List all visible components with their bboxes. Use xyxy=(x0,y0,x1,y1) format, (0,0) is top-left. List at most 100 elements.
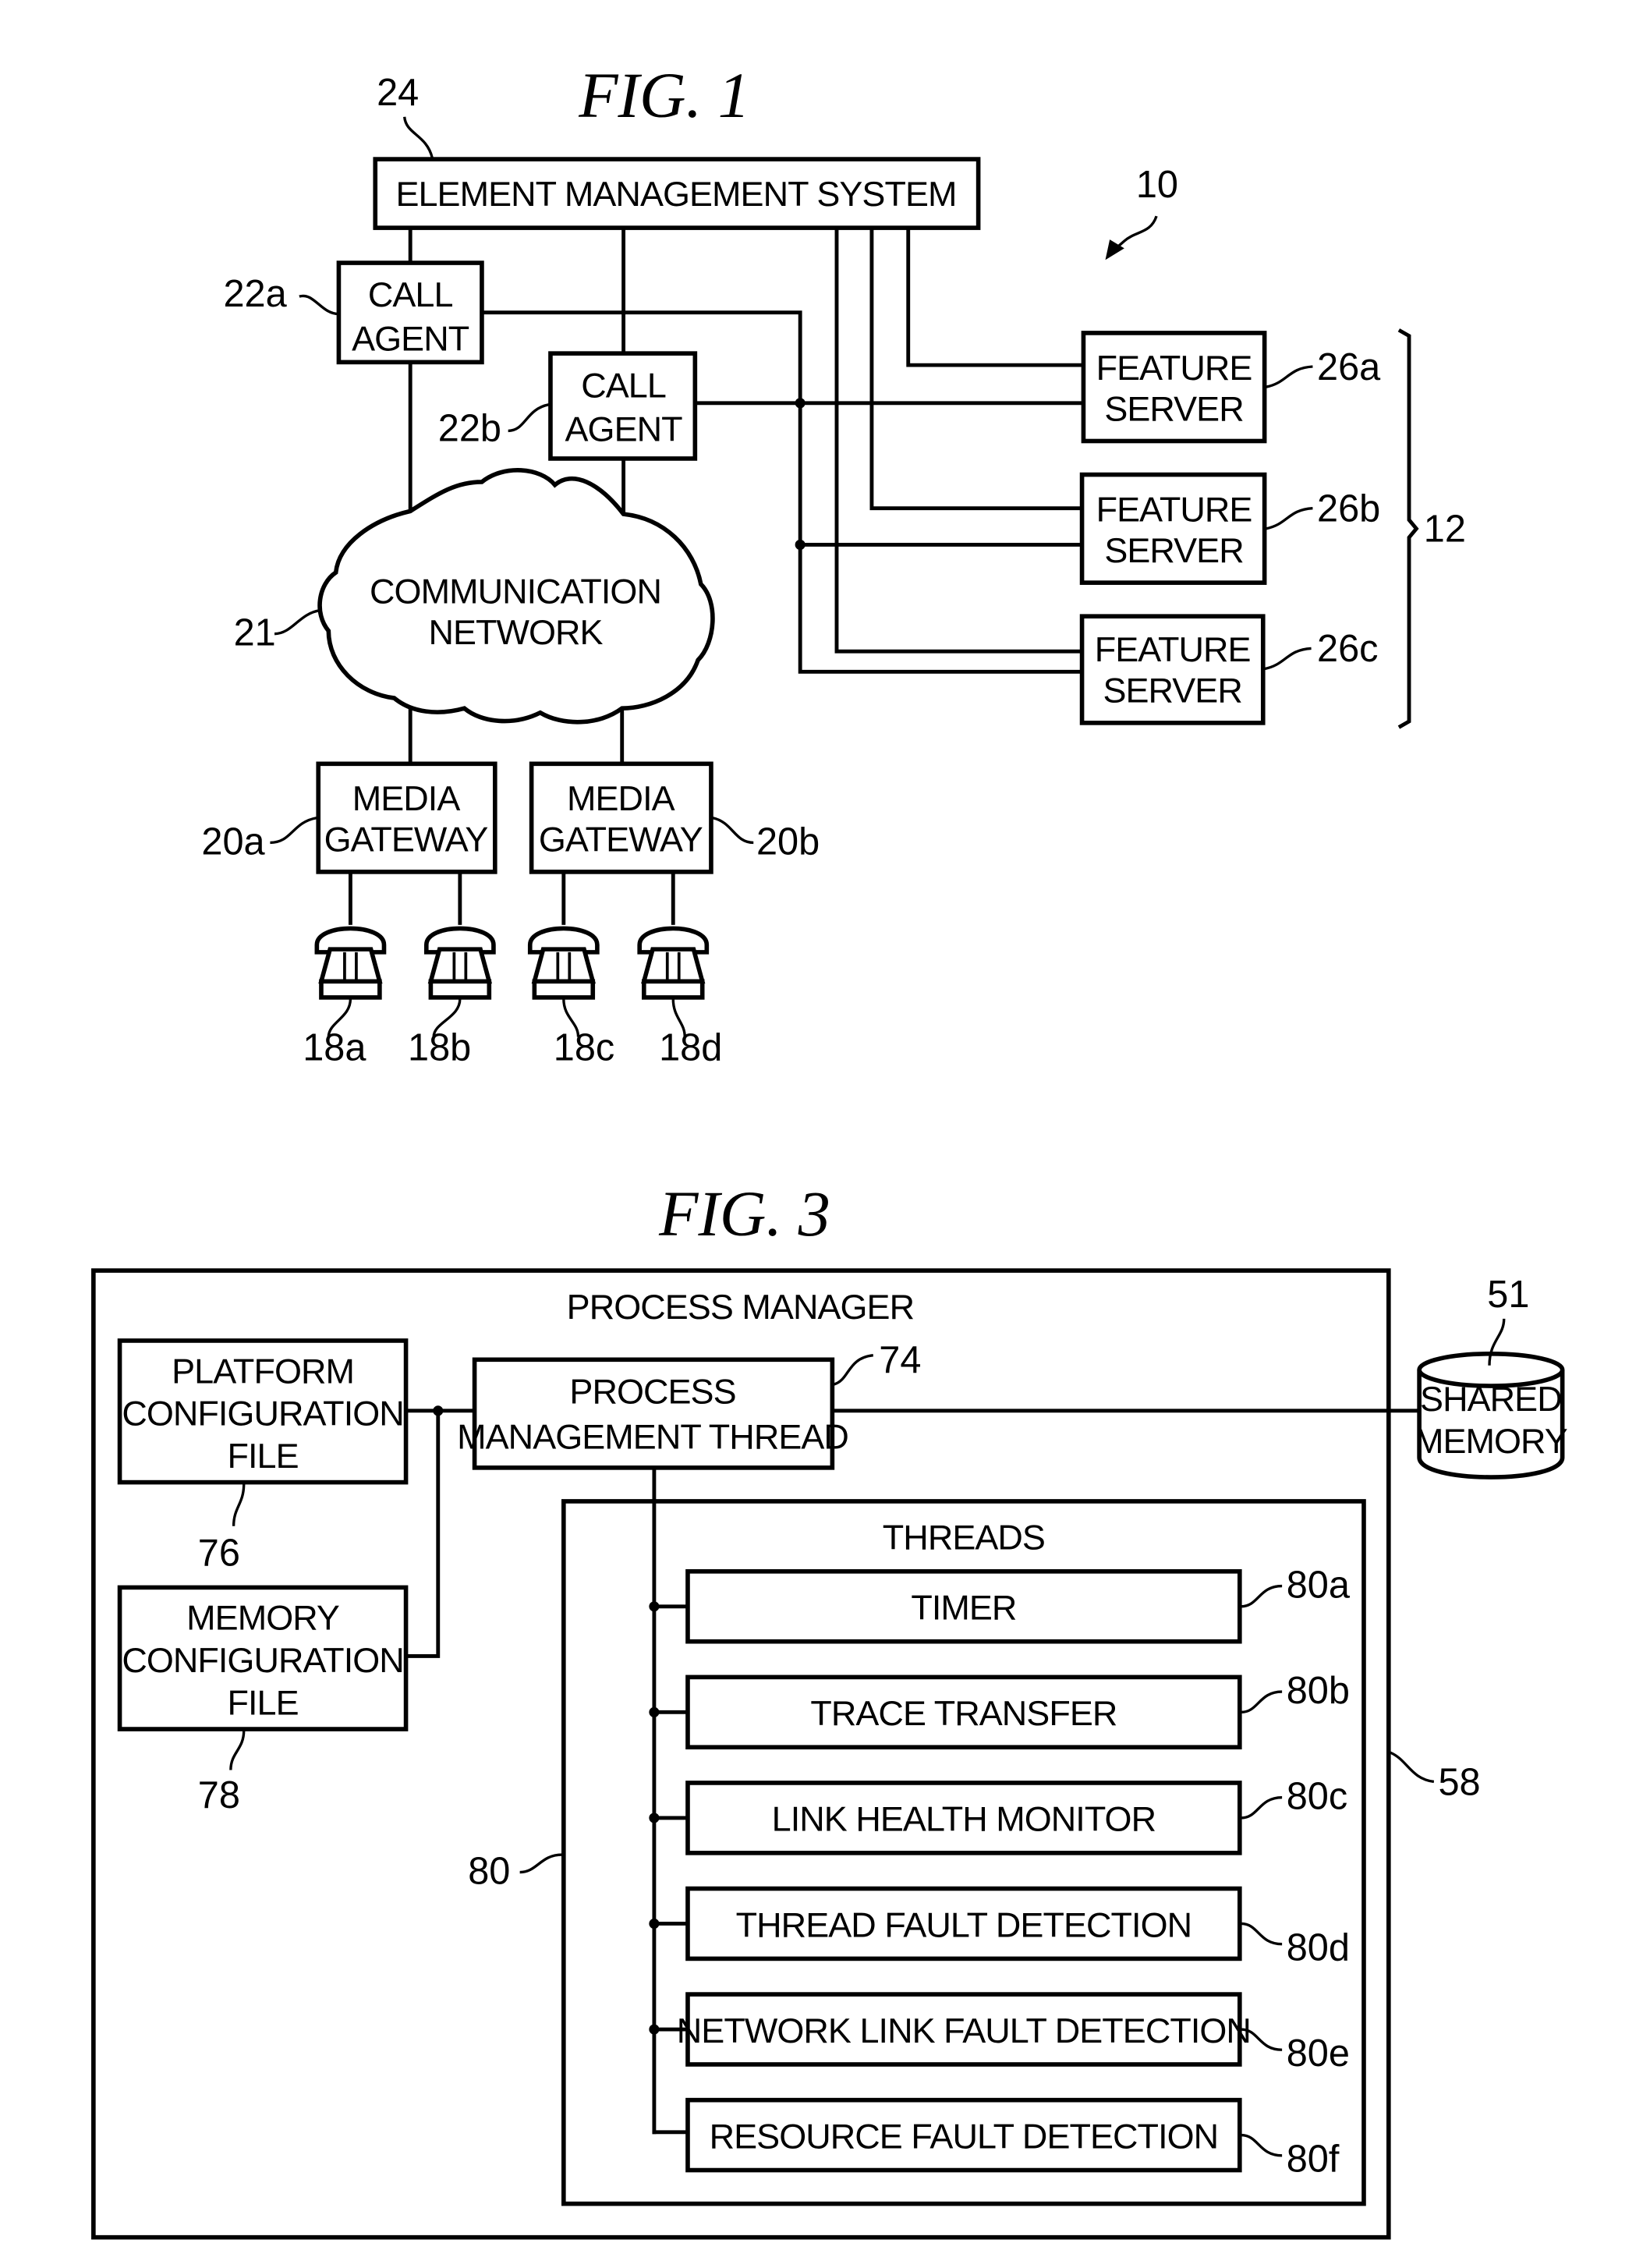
thread-thread-fault-detection[interactable]: THREAD FAULT DETECTION xyxy=(649,1886,1242,1961)
telephone-ref-label: 18d xyxy=(659,1026,722,1068)
thread-trace-transfer[interactable]: TRACE TRANSFER xyxy=(649,1674,1242,1750)
feature-server-26b-ref: 26b xyxy=(1317,487,1380,530)
leader-line xyxy=(1266,365,1313,388)
memory-configuration-file[interactable]: MEMORY CONFIGURATION FILE xyxy=(117,1585,409,1731)
communication-network-cloud[interactable]: COMMUNICATION NETWORK xyxy=(317,468,715,725)
call-agent-22a-ref: 22a xyxy=(224,273,288,315)
feature-server-label-line1: FEATURE xyxy=(1096,489,1252,529)
call-agent-22b[interactable]: CALL AGENT xyxy=(548,351,698,461)
leader-line xyxy=(1241,1584,1283,1608)
shared-memory-cylinder[interactable]: SHARED MEMORY xyxy=(1415,1352,1568,1480)
leader-line xyxy=(1266,506,1313,530)
media-gateway-20a[interactable]: MEDIA GATEWAY xyxy=(316,761,497,874)
thread-timer[interactable]: TIMER xyxy=(649,1569,1242,1644)
threads-ref: 80 xyxy=(468,1851,510,1893)
leader-line xyxy=(519,1853,563,1874)
network-label-line1: COMMUNICATION xyxy=(370,571,661,611)
thread-ref-label: 80a xyxy=(1287,1565,1351,1607)
thread-network-link-fault-detection[interactable]: NETWORK LINK FAULT DETECTION xyxy=(649,1992,1252,2067)
process-manager-label: PROCESS MANAGER xyxy=(567,1287,914,1327)
feature-server-label-line1: FEATURE xyxy=(1095,629,1251,669)
leader-line xyxy=(1241,1922,1283,1946)
thread-label: LINK HEALTH MONITOR xyxy=(772,1799,1156,1839)
memory-config-label-line1: MEMORY xyxy=(186,1598,339,1638)
telephone-ref-label: 18c xyxy=(554,1026,614,1068)
leader-line xyxy=(833,1354,874,1386)
platform-config-label-line1: PLATFORM xyxy=(172,1351,354,1391)
feature-server-26b[interactable]: FEATURE SERVER xyxy=(1079,472,1267,585)
telephone-ref-label: 18b xyxy=(408,1026,471,1068)
network-label-line2: NETWORK xyxy=(428,612,603,652)
thread-label: RESOURCE FAULT DETECTION xyxy=(710,2116,1219,2156)
ems-leader-line xyxy=(403,116,434,158)
memory-config-label-line2: CONFIGURATION xyxy=(122,1640,403,1680)
call-agent-label-line2: AGENT xyxy=(352,318,469,358)
leader-line xyxy=(229,1730,246,1770)
feature-server-label-line2: SERVER xyxy=(1103,671,1241,711)
leader-line xyxy=(1241,1795,1283,1820)
call-agent-22b-ref: 22b xyxy=(438,407,501,449)
platform-config-label-line3: FILE xyxy=(227,1436,298,1476)
thread-list: TIMER 80a TRACE TRANSFER 80b LINK HEALTH MON… xyxy=(649,1565,1351,2180)
platform-config-label-line2: CONFIGURATION xyxy=(122,1394,403,1433)
junction-dot xyxy=(795,398,806,409)
thread-label: THREAD FAULT DETECTION xyxy=(736,1905,1191,1944)
leader-line xyxy=(274,609,320,636)
junction-dot xyxy=(795,539,806,550)
feature-server-label-line2: SERVER xyxy=(1104,530,1243,570)
junction-dot xyxy=(433,1405,444,1416)
figure-1: FIG. 1 10 ELEMENT MANAGEMENT SYSTEM 24 C… xyxy=(201,60,1465,1069)
feature-server-26a[interactable]: FEATURE SERVER xyxy=(1081,331,1267,444)
feature-server-26c-ref: 26c xyxy=(1317,628,1378,670)
process-management-thread[interactable]: PROCESS MANAGEMENT THREAD xyxy=(457,1357,849,1470)
leader-line xyxy=(712,816,754,845)
platform-config-ref: 76 xyxy=(198,1532,240,1574)
thread-resource-fault-detection[interactable]: RESOURCE FAULT DETECTION xyxy=(685,2097,1242,2173)
media-gateway-20b[interactable]: MEDIA GATEWAY xyxy=(529,761,713,874)
pm-thread-label-line2: MANAGEMENT THREAD xyxy=(457,1417,848,1457)
shared-memory-label-line2: MEMORY xyxy=(1415,1421,1567,1461)
feature-group-ref: 12 xyxy=(1424,509,1466,551)
feature-server-label-line2: SERVER xyxy=(1104,388,1243,428)
threads-label: THREADS xyxy=(883,1518,1045,1557)
thread-ref-label: 80e xyxy=(1287,2032,1350,2075)
feature-server-26c[interactable]: FEATURE SERVER xyxy=(1079,614,1266,725)
call-agent-22a[interactable]: CALL AGENT xyxy=(336,260,484,365)
system-ref-label: 10 xyxy=(1136,164,1178,206)
telephone-icon xyxy=(314,926,387,1037)
leader-line xyxy=(1241,1690,1283,1714)
leader-line xyxy=(508,403,550,433)
process-manager-ref: 58 xyxy=(1438,1761,1480,1803)
memory-config-label-line3: FILE xyxy=(227,1682,298,1722)
thread-ref-label: 80b xyxy=(1287,1670,1350,1712)
gateway-label-line1: MEDIA xyxy=(352,778,461,818)
pm-thread-label-line1: PROCESS xyxy=(569,1371,735,1411)
shared-memory-ref: 51 xyxy=(1487,1274,1529,1316)
element-management-system[interactable]: ELEMENT MANAGEMENT SYSTEM xyxy=(373,157,981,230)
platform-configuration-file[interactable]: PLATFORM CONFIGURATION FILE xyxy=(117,1338,409,1485)
thread-link-health-monitor[interactable]: LINK HEALTH MONITOR xyxy=(649,1781,1242,1855)
call-agent-label-line1: CALL xyxy=(581,365,666,405)
thread-label: TRACE TRANSFER xyxy=(810,1693,1117,1733)
fig3-title: FIG. 3 xyxy=(658,1178,830,1249)
leader-line xyxy=(1241,2133,1283,2157)
shared-memory-label-line1: SHARED xyxy=(1420,1379,1562,1419)
telephone-ref-label: 18a xyxy=(303,1026,366,1068)
gateway-label-line2: GATEWAY xyxy=(324,820,488,859)
figure-3: FIG. 3 PROCESS MANAGER 58 PLATFORM CONFI… xyxy=(91,1178,1568,2240)
call-agent-label-line1: CALL xyxy=(368,275,453,314)
ems-ref-label: 24 xyxy=(377,72,419,114)
leader-line xyxy=(270,816,317,845)
leader-line xyxy=(1389,1751,1435,1784)
feature-server-26a-ref: 26a xyxy=(1317,346,1381,388)
telephone-icon xyxy=(423,926,496,1037)
thread-ref-label: 80c xyxy=(1287,1776,1347,1818)
fig1-title: FIG. 1 xyxy=(578,60,750,131)
gateway-label-line1: MEDIA xyxy=(567,778,675,818)
leader-line xyxy=(1264,647,1312,671)
pm-thread-ref: 74 xyxy=(879,1339,921,1381)
leader-line xyxy=(299,294,339,316)
telephones: 18a 18b 18c 18d xyxy=(303,926,722,1068)
gateway-20a-ref: 20a xyxy=(201,820,265,863)
thread-label: TIMER xyxy=(911,1588,1016,1628)
